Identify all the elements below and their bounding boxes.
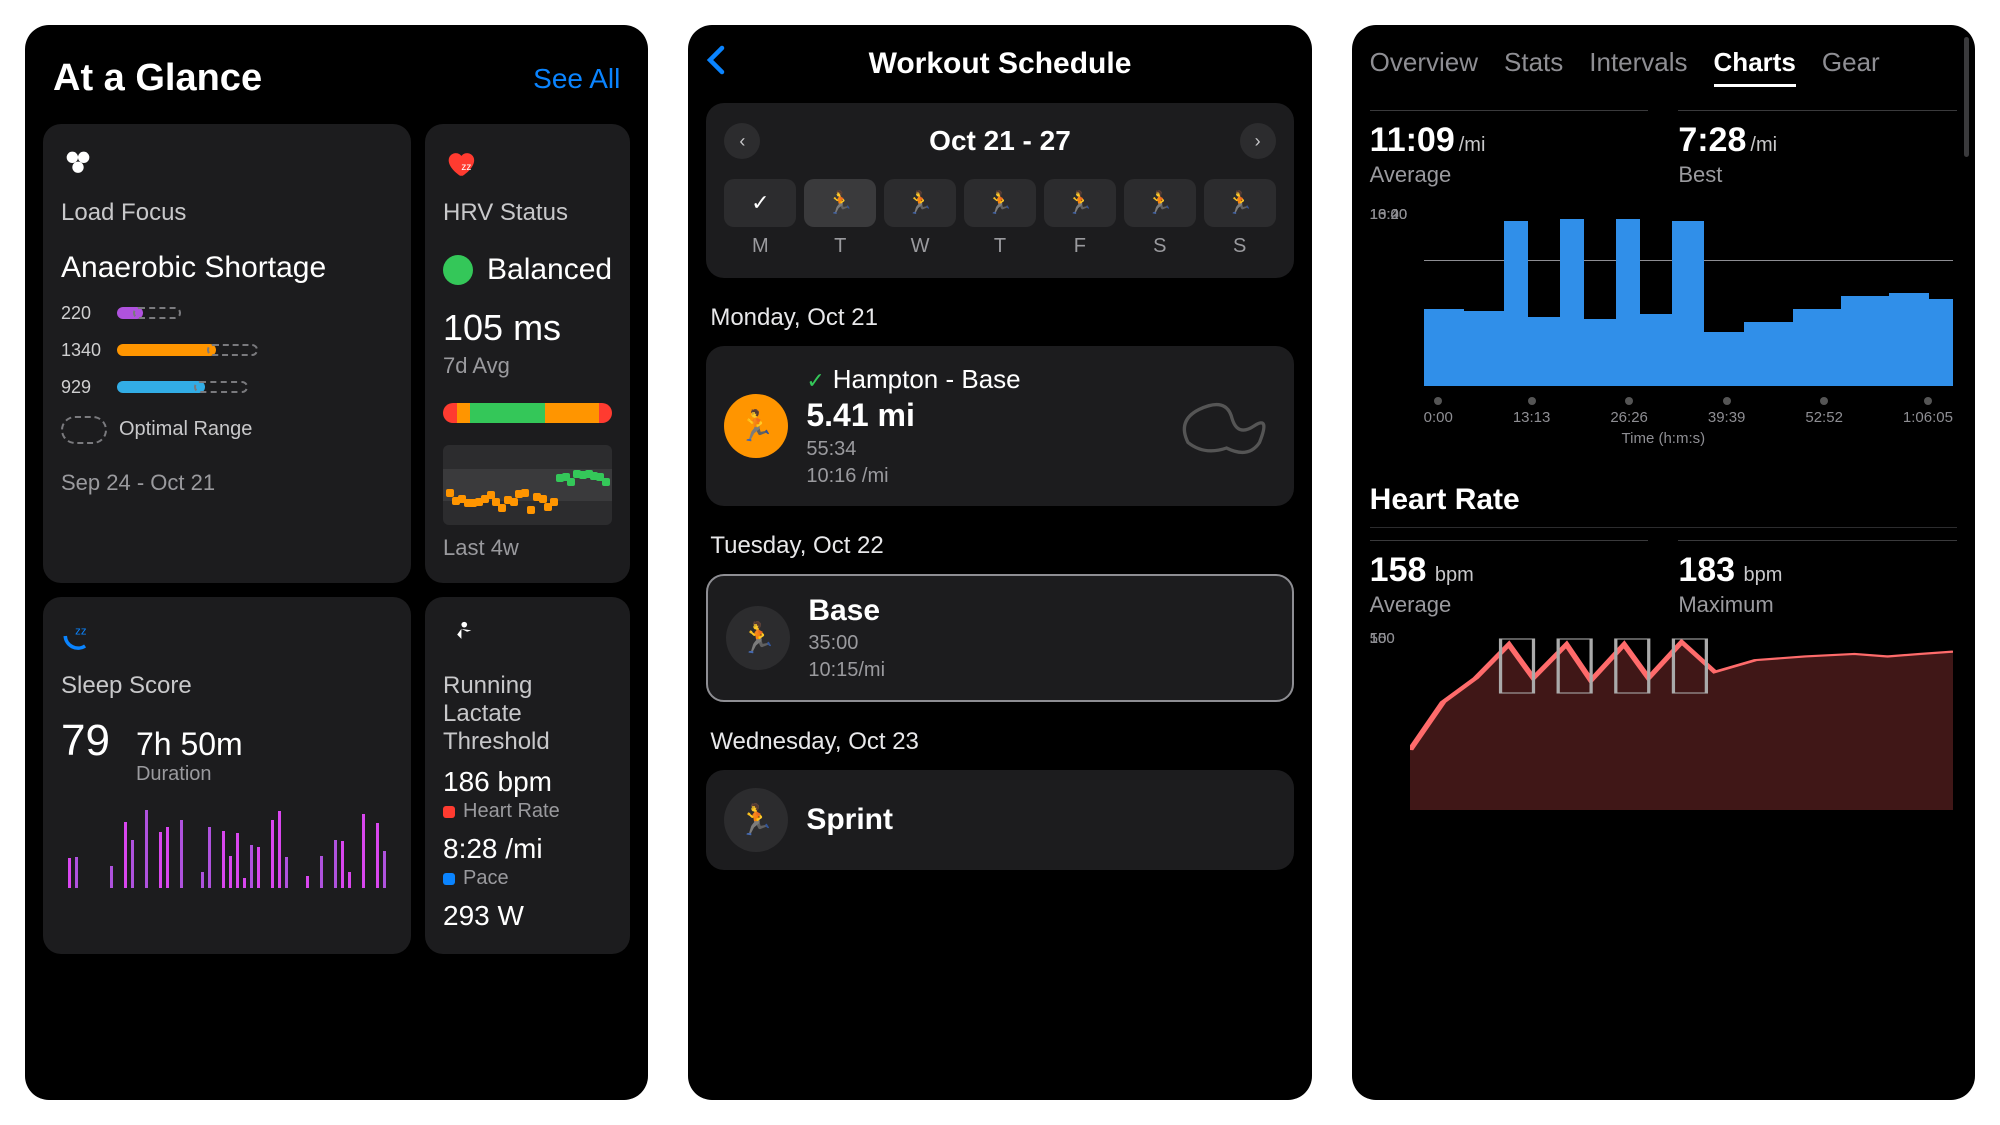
- date-header: Tuesday, Oct 22: [710, 532, 1289, 560]
- stat-pace-best: 7:28/mi Best: [1678, 110, 1957, 188]
- workout-card[interactable]: 🏃✓Hampton - Base5.41 mi55:3410:16 /mi: [706, 346, 1293, 506]
- route-map-icon: [1166, 386, 1276, 466]
- week-selector: ‹ Oct 21 - 27 › ✓M🏃T🏃W🏃T🏃F🏃S🏃S: [706, 103, 1293, 278]
- rlt-pace: 8:28 /mi: [443, 833, 612, 865]
- tab-stats[interactable]: Stats: [1504, 47, 1563, 87]
- day-button[interactable]: 🏃W: [884, 179, 956, 258]
- day-button[interactable]: 🏃F: [1044, 179, 1116, 258]
- page-title: At a Glance: [53, 57, 262, 100]
- tab-gear[interactable]: Gear: [1822, 47, 1880, 87]
- panel-at-a-glance: At a Glance See All Load Focus Anaerobic…: [25, 25, 648, 1100]
- card-label: HRV Status: [443, 199, 612, 227]
- load-bar-row: 929: [61, 377, 393, 398]
- tab-charts[interactable]: Charts: [1714, 47, 1796, 87]
- runner-icon: 🏃: [884, 179, 956, 227]
- day-button[interactable]: 🏃S: [1204, 179, 1276, 258]
- rlt-power: 293 W: [443, 900, 612, 932]
- svg-text:zz: zz: [461, 162, 471, 173]
- day-button[interactable]: 🏃T: [964, 179, 1036, 258]
- status-dot-icon: [443, 255, 473, 285]
- workout-card[interactable]: 🏃Base35:0010:15/mi: [706, 574, 1293, 702]
- check-icon: ✓: [724, 179, 796, 227]
- hrv-status-text: Balanced: [487, 253, 612, 287]
- hrv-avg-label: 7d Avg: [443, 353, 612, 379]
- tab-bar: Overview Stats Intervals Charts Gear: [1370, 47, 1957, 88]
- day-button[interactable]: ✓M: [724, 179, 796, 258]
- runner-icon: 🏃: [964, 179, 1036, 227]
- see-all-link[interactable]: See All: [533, 63, 620, 95]
- load-focus-icon: [61, 146, 95, 180]
- stat-hr-average: 158 bpm Average: [1370, 540, 1649, 618]
- workout-card[interactable]: 🏃Sprint: [706, 770, 1293, 870]
- card-load-focus[interactable]: Load Focus Anaerobic Shortage 220 1340 929…: [43, 124, 411, 583]
- hrv-period-label: Last 4w: [443, 535, 612, 561]
- hrv-trend-chart: [443, 445, 612, 525]
- day-button[interactable]: 🏃T: [804, 179, 876, 258]
- load-bar-row: 220: [61, 303, 393, 324]
- runner-icon: 🏃: [1204, 179, 1276, 227]
- card-label: Running Lactate Threshold: [443, 672, 612, 756]
- sleep-icon: zz: [61, 640, 95, 657]
- hrv-range-bar: [443, 403, 612, 423]
- panel-charts: Overview Stats Intervals Charts Gear 11:09/m…: [1352, 25, 1975, 1100]
- pace-chart: 10:0013:2016:40 0:0013:1326:2639:3952:52…: [1370, 206, 1957, 426]
- tab-overview[interactable]: Overview: [1370, 47, 1478, 87]
- prev-week-button[interactable]: ‹: [724, 123, 760, 159]
- x-axis-label: Time (h:m:s): [1370, 430, 1957, 447]
- runner-icon: 🏃: [804, 179, 876, 227]
- date-header: Monday, Oct 21: [710, 304, 1289, 332]
- check-icon: ✓: [806, 368, 824, 393]
- sleep-duration: 7h 50m: [136, 726, 243, 763]
- date-header: Wednesday, Oct 23: [710, 728, 1289, 756]
- scrollbar[interactable]: [1964, 37, 1969, 157]
- card-label: Sleep Score: [61, 672, 393, 700]
- runner-icon: 🏃: [1044, 179, 1116, 227]
- sleep-stage-chart: [61, 798, 393, 888]
- sleep-score-value: 79: [61, 716, 110, 766]
- card-lactate-threshold[interactable]: Running Lactate Threshold 186 bpm Heart …: [425, 597, 630, 954]
- panel-workout-schedule: Workout Schedule ‹ Oct 21 - 27 › ✓M🏃T🏃W🏃…: [688, 25, 1311, 1100]
- section-title-heart-rate: Heart Rate: [1370, 483, 1957, 528]
- stat-hr-max: 183 bpm Maximum: [1678, 540, 1957, 618]
- back-button[interactable]: [706, 45, 726, 84]
- card-sleep-score[interactable]: zz Sleep Score 79 7h 50m Duration: [43, 597, 411, 954]
- legend-pace: Pace: [443, 867, 612, 890]
- optimal-range-legend: Optimal Range: [61, 416, 393, 444]
- load-focus-value: Anaerobic Shortage: [61, 249, 393, 287]
- date-range: Sep 24 - Oct 21: [61, 470, 393, 496]
- next-week-button[interactable]: ›: [1240, 123, 1276, 159]
- hrv-icon: zz: [443, 146, 477, 180]
- rlt-hr: 186 bpm: [443, 766, 612, 798]
- load-bar-row: 1340: [61, 340, 393, 361]
- runner-icon: 🏃: [726, 606, 790, 670]
- runner-icon: 🏃: [724, 788, 788, 852]
- page-title: Workout Schedule: [869, 47, 1132, 81]
- heart-rate-chart: 15010050: [1370, 630, 1957, 810]
- sleep-duration-label: Duration: [136, 763, 243, 786]
- week-range: Oct 21 - 27: [929, 125, 1071, 157]
- hrv-value: 105 ms: [443, 307, 612, 349]
- runner-icon: [443, 619, 477, 653]
- card-hrv-status[interactable]: zz HRV Status Balanced 105 ms 7d Avg Las…: [425, 124, 630, 583]
- card-label: Load Focus: [61, 199, 393, 227]
- runner-icon: 🏃: [1124, 179, 1196, 227]
- legend-heart-rate: Heart Rate: [443, 800, 612, 823]
- day-button[interactable]: 🏃S: [1124, 179, 1196, 258]
- runner-icon: 🏃: [724, 394, 788, 458]
- stat-pace-average: 11:09/mi Average: [1370, 110, 1649, 188]
- svg-text:zz: zz: [75, 626, 87, 638]
- tab-intervals[interactable]: Intervals: [1589, 47, 1687, 87]
